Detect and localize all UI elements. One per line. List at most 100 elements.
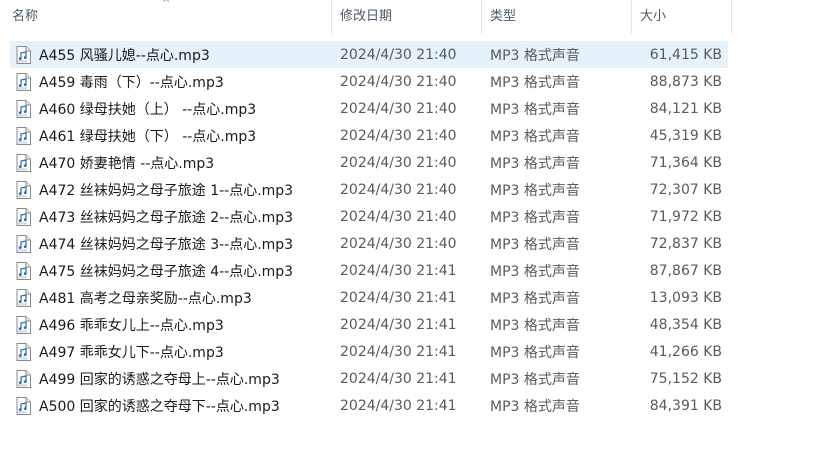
file-size: 41,266 KB (649, 343, 722, 360)
column-header-type[interactable]: 类型 (482, 0, 632, 34)
file-size: 87,867 KB (649, 262, 722, 279)
file-size: 71,972 KB (649, 208, 722, 225)
file-type: MP3 格式声音 (490, 263, 580, 280)
file-row[interactable]: A473 丝袜妈妈之母子旅途 2--点心.mp3 2024/4/30 21:40… (10, 203, 728, 230)
file-name-cell: A499 回家的诱惑之夺母上--点心.mp3 (10, 369, 332, 389)
file-modified-date: 2024/4/30 21:40 (340, 127, 457, 144)
file-name: A461 绿母扶她（下） --点心.mp3 (39, 128, 257, 145)
file-name-cell: A455 风骚儿媳--点心.mp3 (10, 45, 332, 65)
file-name-cell: A461 绿母扶她（下） --点心.mp3 (10, 126, 332, 146)
file-type: MP3 格式声音 (490, 398, 580, 415)
file-type: MP3 格式声音 (490, 101, 580, 118)
file-modified-date: 2024/4/30 21:40 (340, 100, 457, 117)
file-name: A455 风骚儿媳--点心.mp3 (39, 47, 210, 64)
file-modified-date: 2024/4/30 21:41 (340, 370, 457, 387)
audio-file-icon (16, 288, 31, 307)
file-row[interactable]: A475 丝袜妈妈之母子旅途 4--点心.mp3 2024/4/30 21:41… (10, 257, 728, 284)
file-modified-date: 2024/4/30 21:40 (340, 46, 457, 63)
file-row[interactable]: A481 高考之母亲奖励--点心.mp3 2024/4/30 21:41 MP3… (10, 284, 728, 311)
file-name-cell: A496 乖乖女儿上--点心.mp3 (10, 315, 332, 335)
file-modified-date: 2024/4/30 21:40 (340, 181, 457, 198)
file-modified-date: 2024/4/30 21:40 (340, 154, 457, 171)
file-type: MP3 格式声音 (490, 290, 580, 307)
file-row[interactable]: A461 绿母扶她（下） --点心.mp3 2024/4/30 21:40 MP… (10, 122, 728, 149)
file-row[interactable]: A472 丝袜妈妈之母子旅途 1--点心.mp3 2024/4/30 21:40… (10, 176, 728, 203)
file-type: MP3 格式声音 (490, 128, 580, 145)
column-header-size-label: 大小 (640, 9, 667, 24)
file-row[interactable]: A497 乖乖女儿下--点心.mp3 2024/4/30 21:41 MP3 格… (10, 338, 728, 365)
file-row[interactable]: A470 娇妻艳情 --点心.mp3 2024/4/30 21:40 MP3 格… (10, 149, 728, 176)
file-size: 88,873 KB (649, 73, 722, 90)
file-size: 71,364 KB (649, 154, 722, 171)
file-name: A499 回家的诱惑之夺母上--点心.mp3 (39, 371, 280, 388)
audio-file-icon (16, 45, 31, 64)
file-modified-date: 2024/4/30 21:41 (340, 316, 457, 333)
audio-file-icon (16, 153, 31, 172)
file-name: A481 高考之母亲奖励--点心.mp3 (39, 290, 252, 307)
file-modified-date: 2024/4/30 21:40 (340, 235, 457, 252)
file-modified-date: 2024/4/30 21:41 (340, 262, 457, 279)
file-name: A497 乖乖女儿下--点心.mp3 (39, 344, 224, 361)
file-name-cell: A459 毒雨（下）--点心.mp3 (10, 72, 332, 92)
file-name: A470 娇妻艳情 --点心.mp3 (39, 155, 215, 172)
file-name-cell: A500 回家的诱惑之夺母下--点心.mp3 (10, 396, 332, 416)
file-type: MP3 格式声音 (490, 317, 580, 334)
column-header-size[interactable]: 大小 (632, 0, 732, 34)
audio-file-icon (16, 207, 31, 226)
file-size: 45,319 KB (649, 127, 722, 144)
file-name-cell: A473 丝袜妈妈之母子旅途 2--点心.mp3 (10, 207, 332, 227)
file-type: MP3 格式声音 (490, 47, 580, 64)
file-row[interactable]: A499 回家的诱惑之夺母上--点心.mp3 2024/4/30 21:41 M… (10, 365, 728, 392)
audio-file-icon (16, 99, 31, 118)
file-modified-date: 2024/4/30 21:41 (340, 397, 457, 414)
file-row[interactable]: A474 丝袜妈妈之母子旅途 3--点心.mp3 2024/4/30 21:40… (10, 230, 728, 257)
file-modified-date: 2024/4/30 21:41 (340, 289, 457, 306)
file-type: MP3 格式声音 (490, 209, 580, 226)
file-name: A496 乖乖女儿上--点心.mp3 (39, 317, 224, 334)
audio-file-icon (16, 72, 31, 91)
file-type: MP3 格式声音 (490, 74, 580, 91)
file-size: 13,093 KB (649, 289, 722, 306)
file-size: 75,152 KB (649, 370, 722, 387)
file-name: A475 丝袜妈妈之母子旅途 4--点心.mp3 (39, 263, 294, 280)
audio-file-icon (16, 342, 31, 361)
file-row[interactable]: A496 乖乖女儿上--点心.mp3 2024/4/30 21:41 MP3 格… (10, 311, 728, 338)
file-name: A500 回家的诱惑之夺母下--点心.mp3 (39, 398, 280, 415)
file-name: A459 毒雨（下）--点心.mp3 (39, 74, 224, 91)
file-row[interactable]: A460 绿母扶她（上） --点心.mp3 2024/4/30 21:40 MP… (10, 95, 728, 122)
column-header-date-label: 修改日期 (340, 9, 393, 24)
file-size: 48,354 KB (649, 316, 722, 333)
column-header-type-label: 类型 (490, 9, 517, 24)
file-size: 72,307 KB (649, 181, 722, 198)
column-header-date[interactable]: 修改日期 (332, 0, 482, 34)
file-name-cell: A475 丝袜妈妈之母子旅途 4--点心.mp3 (10, 261, 332, 281)
file-name: A460 绿母扶她（上） --点心.mp3 (39, 101, 257, 118)
file-modified-date: 2024/4/30 21:40 (340, 73, 457, 90)
file-modified-date: 2024/4/30 21:40 (340, 208, 457, 225)
audio-file-icon (16, 126, 31, 145)
file-row[interactable]: A455 风骚儿媳--点心.mp3 2024/4/30 21:40 MP3 格式… (10, 41, 728, 68)
file-name-cell: A474 丝袜妈妈之母子旅途 3--点心.mp3 (10, 234, 332, 254)
audio-file-icon (16, 180, 31, 199)
file-name-cell: A460 绿母扶她（上） --点心.mp3 (10, 99, 332, 119)
audio-file-icon (16, 369, 31, 388)
file-row[interactable]: A459 毒雨（下）--点心.mp3 2024/4/30 21:40 MP3 格… (10, 68, 728, 95)
file-type: MP3 格式声音 (490, 155, 580, 172)
audio-file-icon (16, 261, 31, 280)
audio-file-icon (16, 396, 31, 415)
file-type: MP3 格式声音 (490, 371, 580, 388)
column-header-bar: 名称 ^ 修改日期 类型 大小 (0, 0, 732, 34)
file-name-cell: A481 高考之母亲奖励--点心.mp3 (10, 288, 332, 308)
file-list: A455 风骚儿媳--点心.mp3 2024/4/30 21:40 MP3 格式… (10, 41, 728, 419)
file-name-cell: A497 乖乖女儿下--点心.mp3 (10, 342, 332, 362)
file-size: 61,415 KB (649, 46, 722, 63)
file-size: 72,837 KB (649, 235, 722, 252)
column-header-name-label: 名称 (12, 9, 39, 24)
audio-file-icon (16, 315, 31, 334)
file-type: MP3 格式声音 (490, 236, 580, 253)
column-header-name[interactable]: 名称 ^ (0, 0, 332, 34)
audio-file-icon (16, 234, 31, 253)
file-modified-date: 2024/4/30 21:41 (340, 343, 457, 360)
file-name-cell: A470 娇妻艳情 --点心.mp3 (10, 153, 332, 173)
file-row[interactable]: A500 回家的诱惑之夺母下--点心.mp3 2024/4/30 21:41 M… (10, 392, 728, 419)
